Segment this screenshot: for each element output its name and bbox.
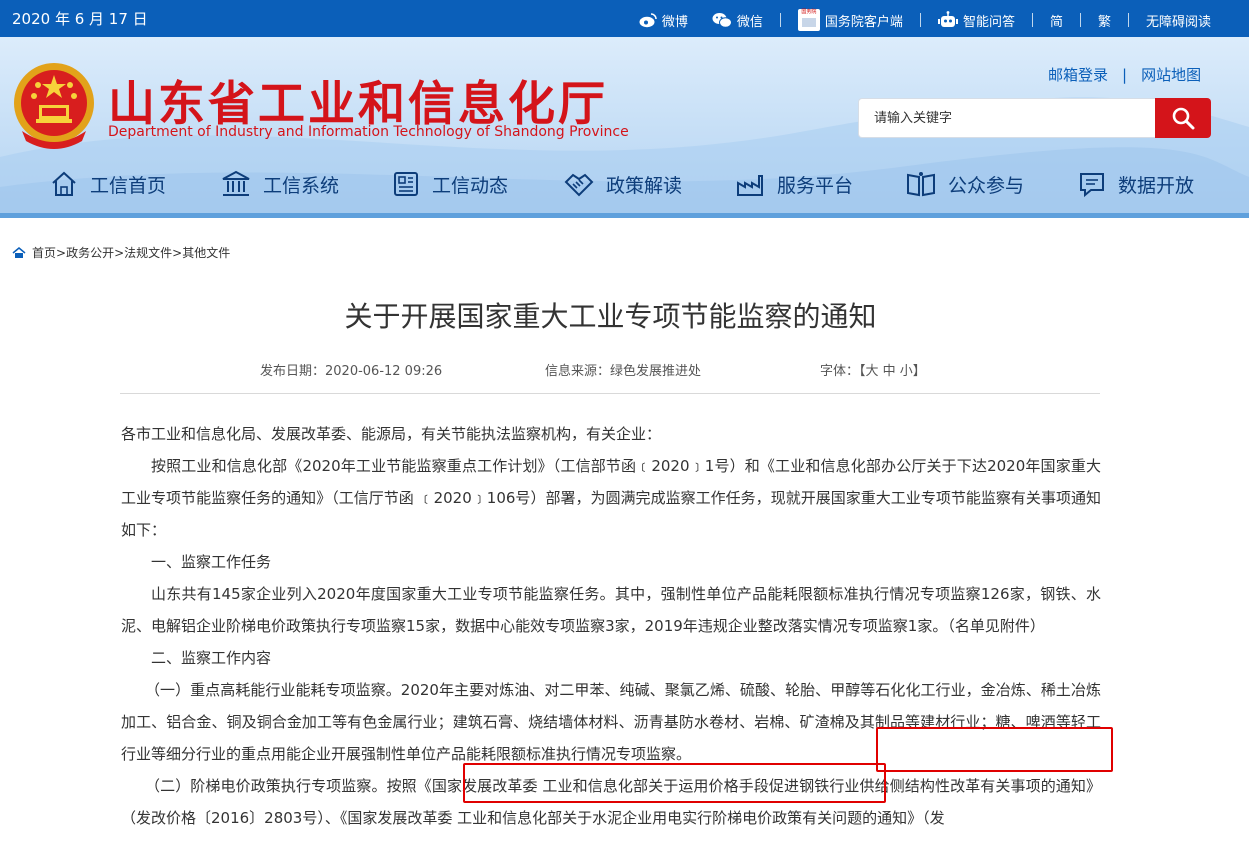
top-bar: 2020 年 6 月 17 日 微博 微信 国务院 国务院客户端 智能问答 简 … — [0, 0, 1249, 37]
wechat-link[interactable]: 微信 — [712, 11, 763, 30]
gov-client-badge: 国务院 — [801, 9, 817, 15]
breadcrumb-regulations[interactable]: 法规文件 — [124, 246, 172, 260]
font-size-selector[interactable]: 字体：【大 中 小】 — [820, 360, 926, 379]
site-header: 山东省工业和信息化厅 Department of Industry and In… — [0, 37, 1249, 218]
highlight-box — [876, 727, 1113, 772]
wechat-label: 微信 — [736, 14, 763, 30]
search-icon — [1172, 107, 1195, 130]
weibo-icon — [639, 12, 657, 27]
message-icon — [1080, 173, 1104, 198]
nav-policy[interactable]: 政策解读 — [564, 170, 682, 198]
article-paragraph: 山东共有145家企业列入2020年度国家重大工业专项节能监察任务。其中，强制性单… — [121, 585, 1101, 635]
top-links: 微博 微信 国务院 国务院客户端 智能问答 简 繁 无障碍阅读 — [639, 9, 1211, 31]
building-icon — [222, 170, 250, 196]
article-paragraph: 二、监察工作内容 — [151, 649, 272, 667]
article-paragraph: 各市工业和信息化局、发展改革委、能源局，有关节能执法监察机构，有关企业： — [121, 425, 662, 443]
nav-home[interactable]: 工信首页 — [50, 170, 166, 198]
gov-client-icon: 国务院 — [797, 9, 820, 31]
smart-qa-label: 智能问答 — [962, 14, 1015, 30]
nav-service[interactable]: 服务平台 — [735, 170, 853, 198]
gov-client-label: 国务院客户端 — [824, 14, 903, 30]
nav-label: 工信系统 — [263, 174, 340, 197]
article-paragraph: 一、监察工作任务 — [151, 553, 272, 571]
weibo-link[interactable]: 微博 — [639, 11, 688, 30]
weibo-label: 微博 — [661, 14, 688, 30]
publish-date: 发布日期：2020-06-12 09:26 — [260, 364, 443, 379]
nav-participation[interactable]: 公众参与 — [906, 170, 1024, 198]
mail-login-link[interactable]: 邮箱登录 — [1048, 64, 1108, 85]
accessible-reading-link[interactable]: 无障碍阅读 — [1146, 11, 1211, 30]
home-icon — [52, 171, 76, 196]
newspaper-icon — [394, 172, 418, 196]
search-input[interactable] — [858, 98, 1155, 138]
breadcrumb-gov-affairs[interactable]: 政务公开 — [66, 246, 114, 260]
wechat-icon — [712, 13, 732, 28]
home-icon — [12, 246, 26, 258]
factory-icon — [737, 175, 763, 196]
highlight-box — [463, 763, 886, 803]
search-button[interactable] — [1155, 98, 1211, 138]
simplified-link[interactable]: 简 — [1050, 11, 1063, 30]
info-source: 信息来源：绿色发展推进处 — [545, 364, 702, 379]
nav-label: 工信动态 — [432, 174, 509, 197]
nav-label: 政策解读 — [606, 174, 683, 197]
article-divider — [120, 393, 1100, 394]
national-emblem-icon — [14, 63, 94, 149]
breadcrumb-home[interactable]: 首页 — [32, 246, 56, 260]
nav-news[interactable]: 工信动态 — [392, 170, 508, 198]
smart-qa-link[interactable]: 智能问答 — [937, 11, 1015, 30]
handshake-icon — [564, 173, 594, 197]
main-nav: 工信首页 工信系统 工信动态 政策解读 服务平台 公众参与 数据开放 — [0, 170, 1249, 210]
nav-label: 工信首页 — [90, 174, 167, 197]
nav-system[interactable]: 工信系统 — [221, 170, 339, 198]
article-title: 关于开展国家重大工业专项节能监察的通知 — [344, 300, 877, 333]
header-bottom-bar — [0, 213, 1249, 218]
nav-label: 数据开放 — [1118, 174, 1195, 197]
robot-icon — [937, 11, 958, 27]
traditional-link[interactable]: 繁 — [1098, 11, 1111, 30]
article-paragraph: 按照工业和信息化部《2020年工业节能监察重点工作计划》（工信部节函﹝2020﹞… — [121, 457, 1101, 539]
open-book-icon — [907, 172, 935, 197]
nav-open-data[interactable]: 数据开放 — [1078, 170, 1194, 198]
breadcrumb-other-files[interactable]: 其他文件 — [182, 246, 230, 260]
site-subtitle: Department of Industry and Information T… — [108, 124, 629, 140]
breadcrumb: 首页>政务公开>法规文件>其他文件 — [12, 244, 230, 261]
nav-label: 公众参与 — [948, 174, 1025, 197]
current-date: 2020 年 6 月 17 日 — [12, 10, 148, 28]
sitemap-link[interactable]: 网站地图 — [1141, 64, 1201, 85]
nav-label: 服务平台 — [777, 174, 854, 197]
header-links: 邮箱登录 | 网站地图 — [1048, 64, 1202, 85]
search-box — [858, 98, 1211, 138]
gov-client-link[interactable]: 国务院 国务院客户端 — [797, 9, 903, 31]
